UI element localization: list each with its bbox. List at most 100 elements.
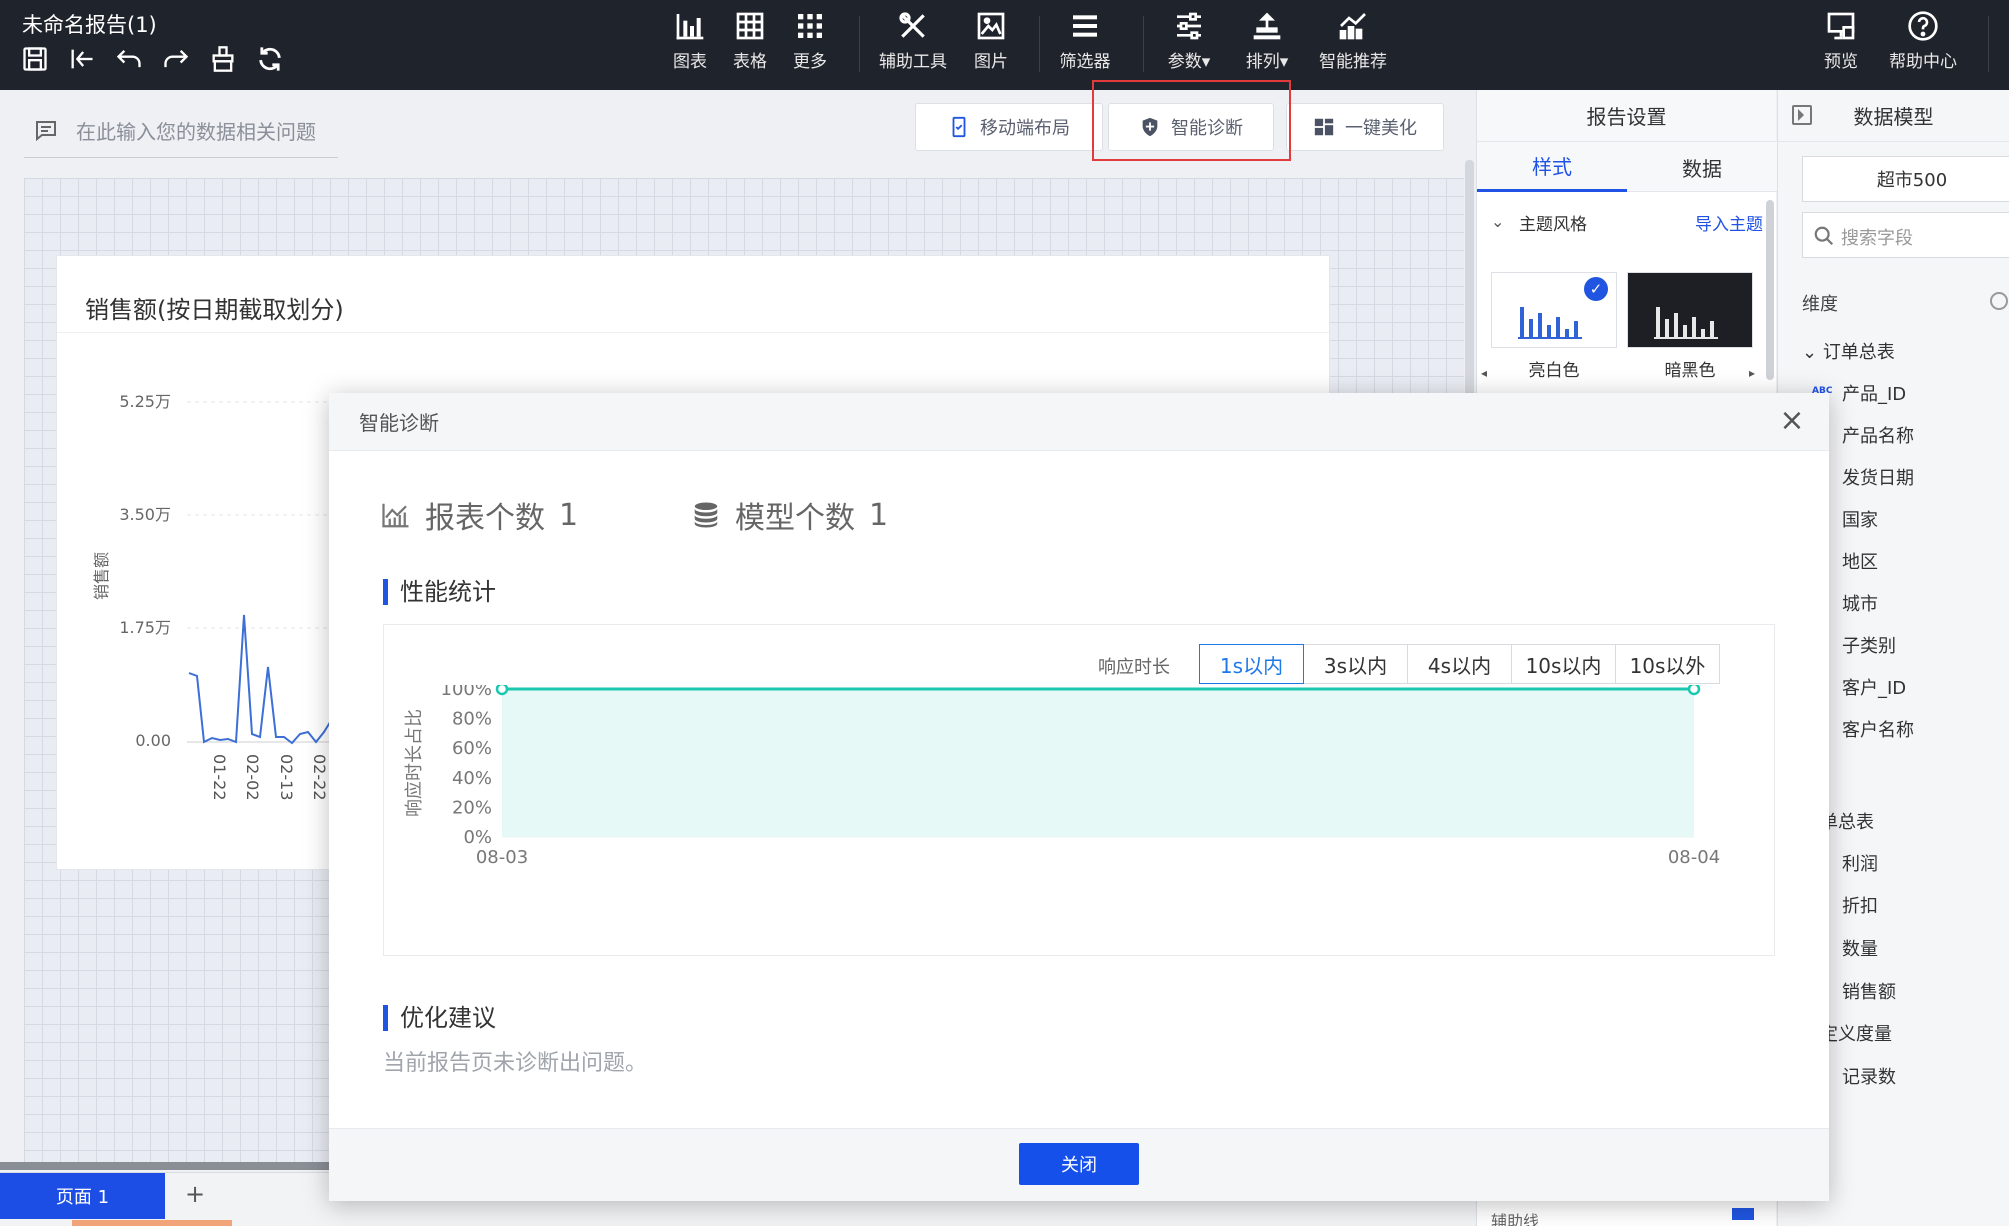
theme-dark-label: 暗黑色	[1664, 361, 1716, 381]
measure-field[interactable]: 销售额	[1842, 978, 1896, 1004]
response-area-fill	[502, 689, 1694, 837]
arrange-tool-button[interactable]: 排列▾	[1232, 10, 1302, 72]
aux-tool-label: 辅助工具	[879, 52, 947, 72]
measure-field[interactable]: 折扣	[1842, 892, 1878, 918]
bar-chart-icon	[676, 14, 704, 40]
collapse-panel-icon[interactable]	[1792, 105, 1812, 125]
mobile-layout-button[interactable]: 移动端布局	[915, 103, 1103, 151]
report-settings-title: 报告设置	[1477, 90, 1776, 142]
diagnose-highlight-frame	[1092, 80, 1291, 161]
dim-field[interactable]: 产品_ID	[1842, 380, 1906, 406]
canvas-horizontal-scrollbar[interactable]	[0, 1162, 330, 1170]
list-icon	[1073, 15, 1097, 37]
theme-light-thumbnail[interactable]: ✓	[1491, 272, 1617, 348]
segment-4s[interactable]: 4s以内	[1407, 644, 1512, 684]
dim-field[interactable]: 产品名称	[1842, 422, 1914, 448]
exit-icon[interactable]	[67, 44, 97, 74]
trend-icon	[1339, 13, 1366, 40]
report-chart-icon	[382, 503, 409, 528]
dim-group-orders[interactable]: ⌄ 订单总表	[1802, 338, 1895, 364]
measure-field[interactable]: 利润	[1842, 850, 1878, 876]
dataset-selector[interactable]: 超市500	[1802, 156, 2009, 202]
selected-check-icon: ✓	[1584, 277, 1608, 301]
tools-icon	[899, 12, 925, 38]
field-search-input[interactable]: 搜索字段	[1802, 212, 2009, 258]
model-count-stat: 模型个数 1	[691, 493, 888, 537]
y-tick-label: 1.75万	[119, 618, 171, 637]
ask-data-input[interactable]: 在此输入您的数据相关问题	[24, 104, 338, 158]
x-tick-label: 02-13	[277, 754, 296, 801]
aux-tool-button[interactable]: 辅助工具	[878, 10, 948, 72]
dialog-footer: 关闭	[329, 1128, 1829, 1201]
y-tick-label: 40%	[452, 768, 492, 789]
filter-tool-button[interactable]: 筛选器	[1050, 10, 1120, 72]
param-tool-button[interactable]: 参数▾	[1154, 10, 1224, 72]
measure-field[interactable]: 数量	[1842, 935, 1878, 961]
x-tick-label: 08-03	[476, 847, 528, 868]
help-center-label: 帮助中心	[1889, 52, 1957, 72]
theme-dark-thumbnail[interactable]	[1627, 272, 1753, 348]
x-tick-label: 02-02	[243, 754, 262, 801]
settings-tabs: 样式 数据	[1477, 142, 1777, 192]
more-tool-button[interactable]: 更多	[775, 10, 845, 72]
dim-field[interactable]: 发货日期	[1842, 464, 1914, 490]
y-tick-label: 100%	[441, 685, 492, 700]
suggest-section-title: 优化建议	[383, 1005, 496, 1031]
tab-data[interactable]: 数据	[1627, 142, 1777, 192]
response-time-chart: 100% 80% 60% 40% 20% 0% 响应时长占比 08-03 08-04	[404, 685, 1720, 868]
y-axis-label: 销售额	[92, 552, 111, 600]
format-brush-icon[interactable]	[208, 44, 238, 74]
theme-prev-arrow-icon[interactable]: ◂	[1481, 366, 1487, 380]
model-count-label: 模型个数	[735, 501, 855, 536]
toolbar-divider	[1039, 16, 1040, 72]
page-tab-1[interactable]: 页面 1	[0, 1173, 165, 1219]
x-tick-label: 08-04	[1668, 847, 1720, 868]
dim-field[interactable]: 国家	[1842, 506, 1878, 532]
beautify-label: 一键美化	[1345, 118, 1417, 139]
filter-tool-label: 筛选器	[1059, 52, 1111, 72]
close-icon[interactable]: ×	[1777, 406, 1807, 437]
dialog-title: 智能诊断	[359, 411, 439, 435]
refresh-icon[interactable]	[255, 44, 285, 74]
globe-icon[interactable]	[1990, 292, 2008, 310]
suggest-text: 当前报告页未诊断出问题。	[383, 1051, 648, 1076]
theme-section-header[interactable]: ⌄ 主题风格 导入主题	[1491, 210, 1763, 240]
smart-recommend-button[interactable]: 智能推荐	[1318, 10, 1388, 72]
tab-style[interactable]: 样式	[1477, 142, 1627, 192]
record-count-field[interactable]: 记录数	[1842, 1063, 1896, 1089]
beautify-button[interactable]: 一键美化	[1286, 103, 1444, 151]
dialog-header: 智能诊断 ×	[329, 393, 1829, 451]
import-theme-link[interactable]: 导入主题	[1695, 210, 1763, 235]
phone-check-icon	[952, 116, 966, 138]
dim-field[interactable]: 城市	[1842, 590, 1878, 616]
aux-line-toggle[interactable]	[1732, 1208, 1754, 1220]
undo-icon[interactable]	[114, 44, 144, 74]
redo-icon[interactable]	[161, 44, 191, 74]
help-icon	[1908, 11, 1938, 41]
sales-series-line	[188, 614, 349, 745]
data-point	[1687, 685, 1701, 696]
y-tick-label: 5.25万	[119, 392, 171, 411]
dim-field[interactable]: 客户_ID	[1842, 674, 1906, 700]
segment-3s[interactable]: 3s以内	[1303, 644, 1408, 684]
dim-field[interactable]: 地区	[1842, 548, 1878, 574]
dim-field[interactable]: 子类别	[1842, 632, 1896, 658]
segment-over-10s[interactable]: 10s以外	[1615, 644, 1720, 684]
dim-field[interactable]: 客户名称	[1842, 716, 1914, 742]
help-center-button[interactable]: 帮助中心	[1883, 10, 1963, 72]
theme-next-arrow-icon[interactable]: ▸	[1749, 366, 1755, 380]
add-page-button[interactable]: +	[180, 1180, 210, 1210]
report-title[interactable]: 未命名报告(1)	[22, 9, 157, 39]
image-tool-button[interactable]: 图片	[956, 10, 1026, 72]
perf-stats-box: 响应时长 1s以内 3s以内 4s以内 10s以内 10s以外 100% 80% 6…	[383, 624, 1775, 956]
settings-scrollbar[interactable]	[1766, 200, 1774, 380]
close-button[interactable]: 关闭	[1019, 1143, 1139, 1185]
segment-1s[interactable]: 1s以内	[1199, 644, 1304, 684]
dark-theme-bars-icon	[1654, 307, 1718, 339]
align-icon	[1253, 12, 1281, 40]
segment-10s[interactable]: 10s以内	[1511, 644, 1616, 684]
preview-button[interactable]: 预览	[1806, 10, 1876, 72]
save-icon[interactable]	[20, 44, 50, 74]
preview-label: 预览	[1824, 52, 1858, 72]
theme-section-label: 主题风格	[1519, 215, 1587, 235]
